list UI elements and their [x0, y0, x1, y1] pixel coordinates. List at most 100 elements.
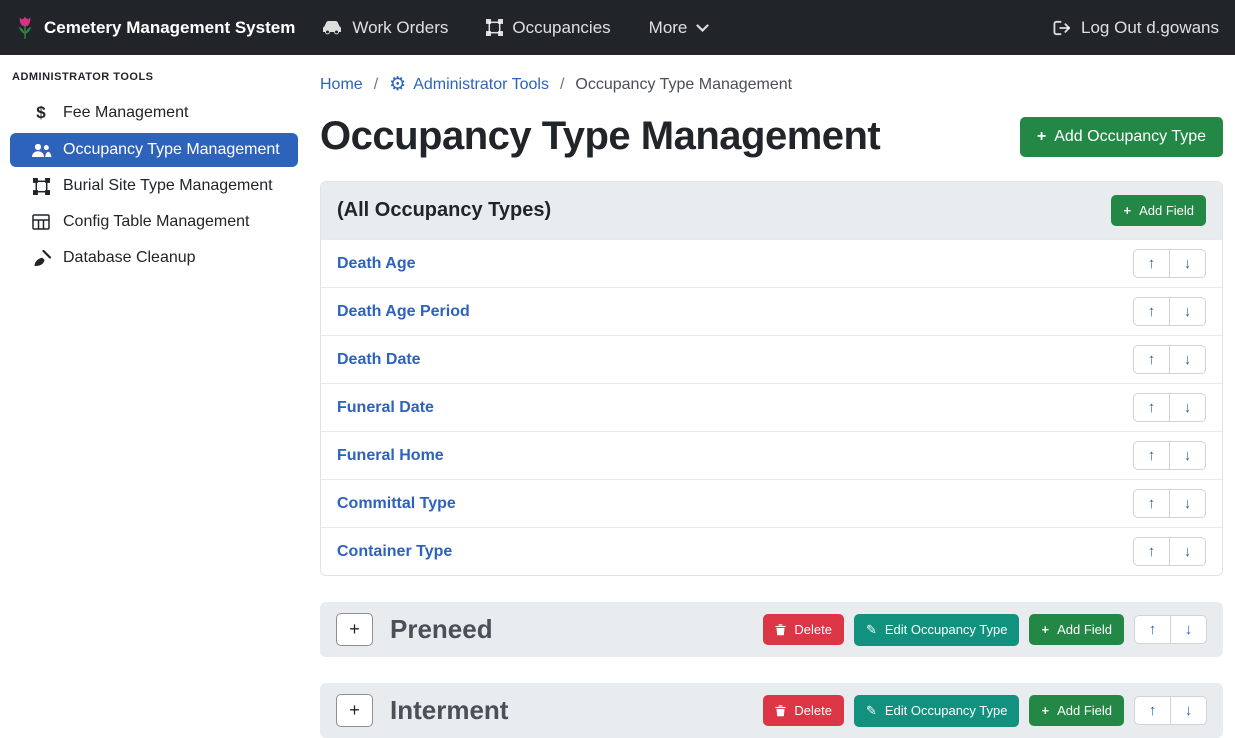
- delete-label: Delete: [794, 703, 832, 718]
- plus-icon: +: [1041, 703, 1049, 718]
- reorder-buttons: ↑ ↓: [1133, 393, 1206, 422]
- breadcrumb-current: Occupancy Type Management: [575, 76, 792, 94]
- down-arrow-icon: ↓: [1185, 702, 1193, 719]
- nav-logout[interactable]: Log Out d.gowans: [1053, 18, 1219, 38]
- trash-icon: [775, 704, 786, 717]
- field-link[interactable]: Death Date: [337, 351, 421, 369]
- users-icon: [30, 143, 52, 158]
- up-arrow-icon: ↑: [1149, 702, 1157, 719]
- add-field-label: Add Field: [1139, 203, 1194, 218]
- field-link[interactable]: Funeral Home: [337, 447, 444, 465]
- edit-label: Edit Occupancy Type: [885, 622, 1008, 637]
- move-down-button[interactable]: ↓: [1169, 249, 1206, 278]
- move-up-button[interactable]: ↑: [1133, 441, 1170, 470]
- move-up-button[interactable]: ↑: [1133, 489, 1170, 518]
- move-up-button[interactable]: ↑: [1133, 297, 1170, 326]
- sidebar: Administrator Tools $ Fee Management Occ…: [0, 55, 308, 738]
- move-down-button[interactable]: ↓: [1169, 345, 1206, 374]
- main-content: Home / ⚙ Administrator Tools / Occupancy…: [308, 55, 1235, 738]
- page-title: Occupancy Type Management: [320, 114, 880, 159]
- move-up-button[interactable]: ↑: [1133, 345, 1170, 374]
- plus-icon: +: [1123, 203, 1131, 218]
- sidebar-item-label: Fee Management: [63, 104, 188, 122]
- move-down-button[interactable]: ↓: [1169, 441, 1206, 470]
- vector-square-icon: [486, 19, 503, 36]
- move-up-button[interactable]: ↑: [1133, 393, 1170, 422]
- delete-button[interactable]: Delete: [763, 614, 844, 645]
- sidebar-item-label: Database Cleanup: [63, 249, 196, 267]
- main-nav: Work Orders Occupancies More: [321, 18, 709, 38]
- delete-button[interactable]: Delete: [763, 695, 844, 726]
- move-down-button[interactable]: ↓: [1169, 297, 1206, 326]
- down-arrow-icon: ↓: [1184, 447, 1192, 464]
- breadcrumb-admin-tools[interactable]: ⚙ Administrator Tools: [389, 75, 549, 94]
- nav-work-orders[interactable]: Work Orders: [321, 18, 448, 38]
- sidebar-heading: Administrator Tools: [0, 63, 308, 93]
- add-field-button[interactable]: + Add Field: [1029, 695, 1124, 726]
- down-arrow-icon: ↓: [1184, 543, 1192, 560]
- move-down-button[interactable]: ↓: [1170, 696, 1207, 725]
- field-row: Death Age Period ↑ ↓: [321, 287, 1222, 335]
- breadcrumb-admin-tools-label: Administrator Tools: [413, 76, 549, 94]
- up-arrow-icon: ↑: [1148, 543, 1156, 560]
- expand-button[interactable]: +: [336, 694, 373, 727]
- trash-icon: [775, 623, 786, 636]
- field-link[interactable]: Death Age Period: [337, 303, 470, 321]
- move-down-button[interactable]: ↓: [1169, 537, 1206, 566]
- broom-icon: [30, 250, 52, 267]
- move-up-button[interactable]: ↑: [1134, 696, 1171, 725]
- up-arrow-icon: ↑: [1148, 495, 1156, 512]
- add-field-button[interactable]: + Add Field: [1029, 614, 1124, 645]
- field-link[interactable]: Funeral Date: [337, 399, 434, 417]
- sidebar-item-database-cleanup[interactable]: Database Cleanup: [10, 241, 298, 275]
- top-navbar: Cemetery Management System Work Orders: [0, 0, 1235, 55]
- delete-label: Delete: [794, 622, 832, 637]
- sidebar-item-config-table-management[interactable]: Config Table Management: [10, 205, 298, 239]
- nav-work-orders-label: Work Orders: [352, 18, 448, 38]
- move-down-button[interactable]: ↓: [1169, 489, 1206, 518]
- reorder-buttons: ↑ ↓: [1133, 297, 1206, 326]
- card-title: (All Occupancy Types): [337, 199, 551, 222]
- reorder-buttons: ↑ ↓: [1133, 345, 1206, 374]
- down-arrow-icon: ↓: [1184, 351, 1192, 368]
- move-up-button[interactable]: ↑: [1133, 249, 1170, 278]
- move-up-button[interactable]: ↑: [1133, 537, 1170, 566]
- up-arrow-icon: ↑: [1148, 351, 1156, 368]
- edit-label: Edit Occupancy Type: [885, 703, 1008, 718]
- sidebar-item-fee-management[interactable]: $ Fee Management: [10, 95, 298, 131]
- move-down-button[interactable]: ↓: [1170, 615, 1207, 644]
- down-arrow-icon: ↓: [1184, 303, 1192, 320]
- move-down-button[interactable]: ↓: [1169, 393, 1206, 422]
- section-interment: + Interment Delete ✎ Edit Occupancy T: [320, 683, 1223, 738]
- section-title: Interment: [390, 695, 508, 726]
- field-link[interactable]: Committal Type: [337, 495, 456, 513]
- section-actions: Delete ✎ Edit Occupancy Type + Add Field…: [763, 614, 1207, 646]
- edit-occupancy-type-button[interactable]: ✎ Edit Occupancy Type: [854, 695, 1020, 727]
- add-occupancy-type-button[interactable]: + Add Occupancy Type: [1020, 117, 1223, 157]
- pencil-icon: ✎: [866, 703, 877, 719]
- gear-icon: ⚙: [389, 75, 406, 94]
- breadcrumb-separator: /: [374, 76, 378, 94]
- field-link[interactable]: Death Age: [337, 255, 416, 273]
- move-up-button[interactable]: ↑: [1134, 615, 1171, 644]
- breadcrumb-separator: /: [560, 76, 564, 94]
- field-link[interactable]: Container Type: [337, 543, 452, 561]
- page-header: Occupancy Type Management + Add Occupanc…: [320, 114, 1223, 159]
- reorder-buttons: ↑ ↓: [1133, 537, 1206, 566]
- chevron-down-icon: [696, 24, 709, 33]
- edit-occupancy-type-button[interactable]: ✎ Edit Occupancy Type: [854, 614, 1020, 646]
- nav-occupancies[interactable]: Occupancies: [486, 18, 610, 38]
- nav-more[interactable]: More: [649, 18, 710, 38]
- breadcrumb-home[interactable]: Home: [320, 76, 363, 94]
- add-field-button[interactable]: + Add Field: [1111, 195, 1206, 226]
- expand-button[interactable]: +: [336, 613, 373, 646]
- sidebar-item-occupancy-type-management[interactable]: Occupancy Type Management: [10, 133, 298, 167]
- field-row: Death Age ↑ ↓: [321, 239, 1222, 287]
- app-brand[interactable]: Cemetery Management System: [16, 15, 295, 41]
- pencil-icon: ✎: [866, 622, 877, 638]
- logout-icon: [1053, 20, 1072, 36]
- section-preneed: + Preneed Delete ✎ Edit Occupancy Typ: [320, 602, 1223, 657]
- sidebar-item-burial-site-type-management[interactable]: Burial Site Type Management: [10, 169, 298, 203]
- up-arrow-icon: ↑: [1148, 303, 1156, 320]
- flower-logo-icon: [16, 15, 34, 41]
